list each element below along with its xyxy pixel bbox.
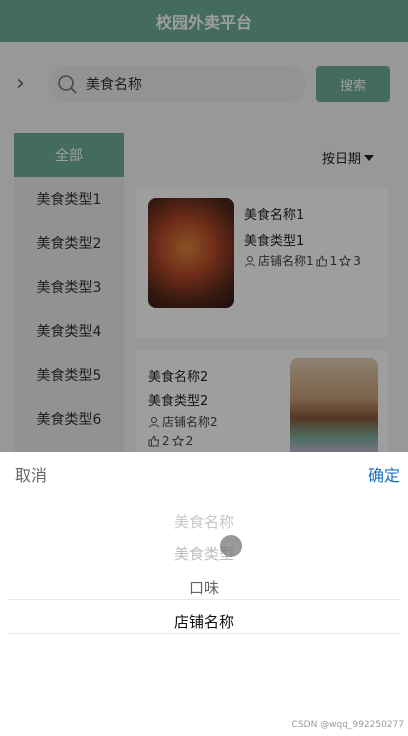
- picker-toolbar: 取消 确定: [0, 452, 408, 496]
- touch-cursor: [220, 535, 242, 557]
- picker-option[interactable]: 美食名称: [0, 504, 408, 538]
- picker-option[interactable]: 美食类型: [0, 536, 408, 570]
- picker-wheel[interactable]: 美食名称 美食类型 口味 店铺名称: [0, 496, 408, 736]
- watermark: CSDN @wqq_992250277: [291, 720, 404, 730]
- picker-selection-bottom-line: [8, 633, 400, 634]
- cancel-button[interactable]: 取消: [15, 462, 47, 486]
- confirm-button[interactable]: 确定: [368, 462, 400, 486]
- picker-sheet: 取消 确定 美食名称 美食类型 口味 店铺名称: [0, 452, 408, 736]
- picker-selection-top-line: [8, 599, 400, 600]
